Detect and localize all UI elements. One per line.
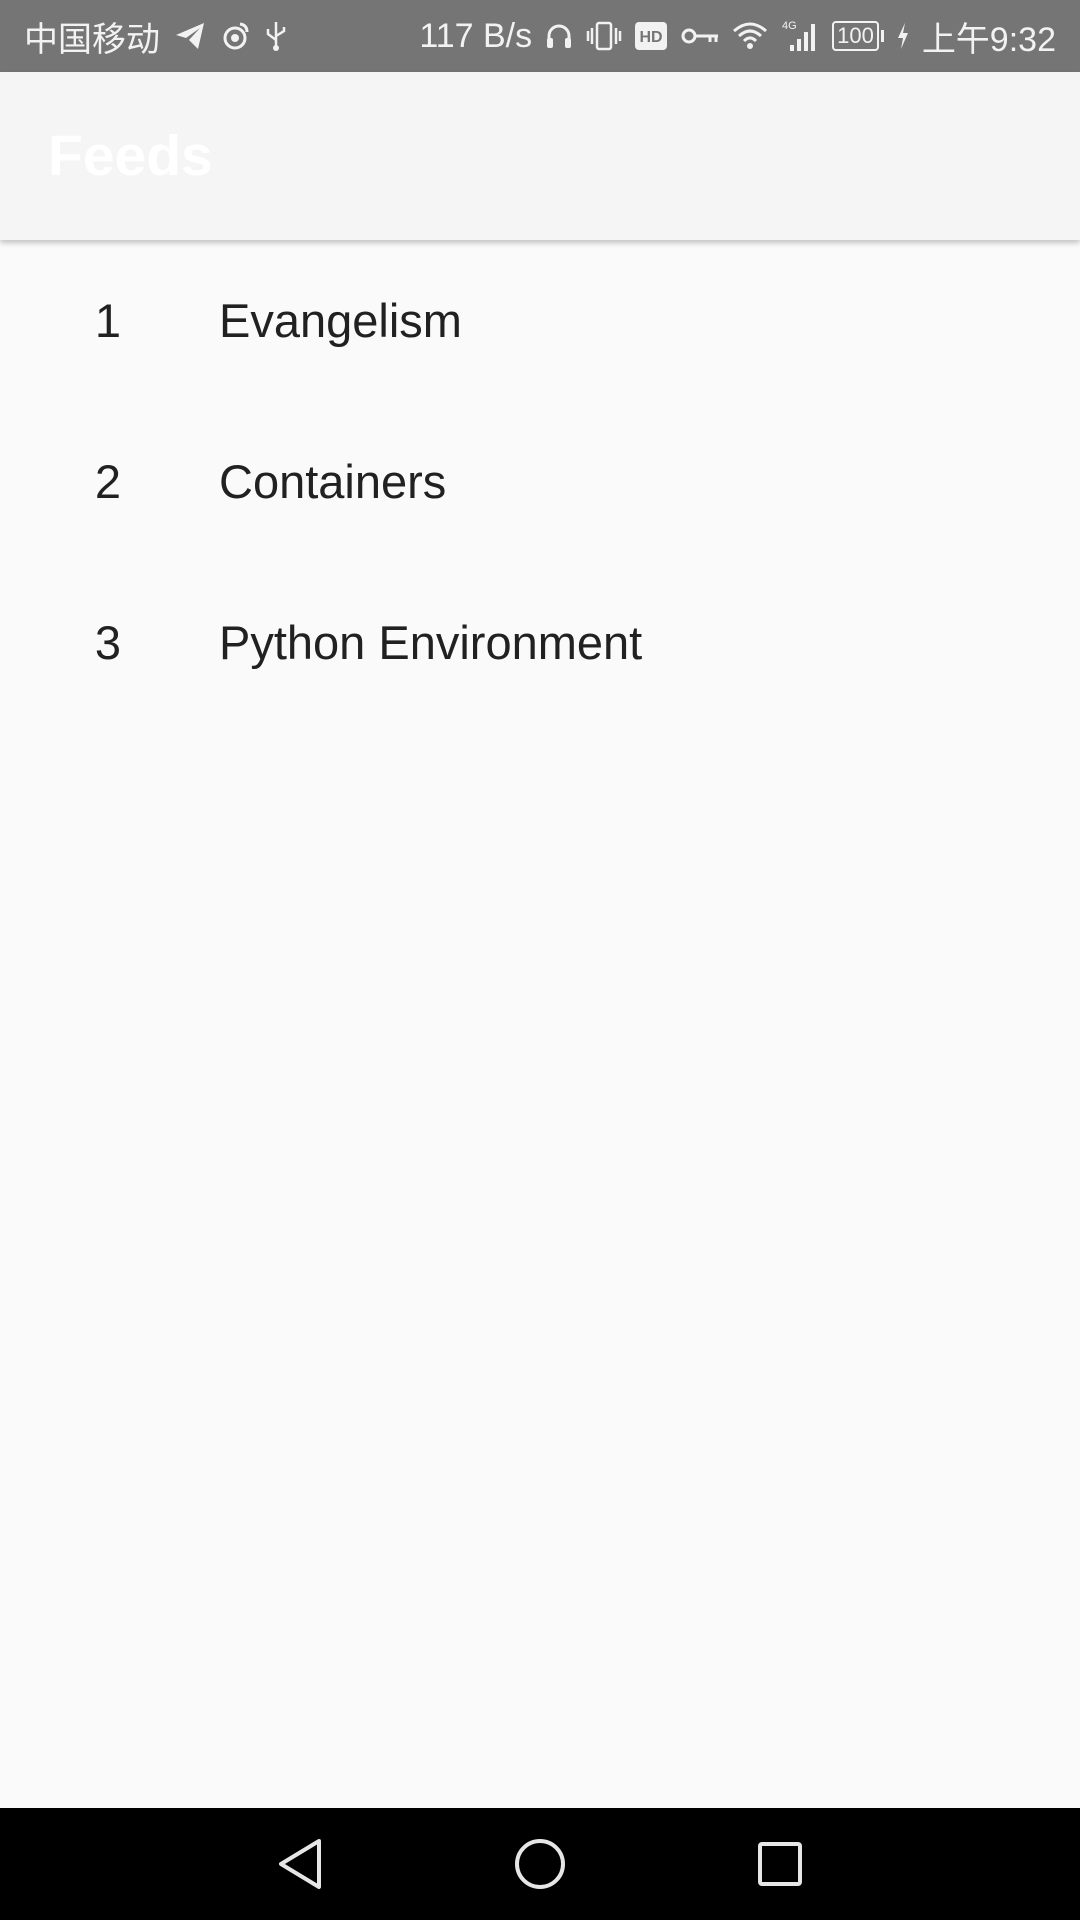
clock-label: 上午9:32 — [921, 20, 1056, 59]
charging-icon — [896, 22, 910, 50]
net-speed-label: 117 B/s — [419, 16, 533, 55]
telegram-icon — [174, 21, 206, 51]
recents-button[interactable] — [735, 1819, 825, 1909]
feed-list: 1 Evangelism 2 Containers 3 Python Envir… — [0, 240, 1080, 723]
headphones-icon — [544, 21, 574, 51]
vibrate-icon — [586, 20, 622, 52]
feed-item-index: 3 — [94, 616, 122, 669]
feed-list-item[interactable]: 1 Evangelism — [0, 240, 1080, 401]
key-icon — [680, 23, 720, 49]
wifi-icon — [732, 21, 768, 51]
carrier-label: 中国移动 — [24, 20, 160, 59]
recents-icon — [756, 1840, 804, 1888]
feed-item-title: Python Environment — [219, 616, 643, 669]
feed-item-title: Evangelism — [219, 294, 462, 347]
screen: 中国移动 117 B/s HD 4G 100 上午9:32 Feeds 1 Ev… — [0, 0, 1080, 1920]
feed-item-index: 2 — [94, 455, 122, 508]
status-right: 117 B/s HD 4G 100 上午9:32 — [419, 12, 1056, 61]
navigation-bar — [0, 1808, 1080, 1920]
svg-text:HD: HD — [640, 29, 663, 46]
status-left: 中国移动 — [24, 12, 288, 61]
home-icon — [513, 1837, 567, 1891]
home-button[interactable] — [495, 1819, 585, 1909]
battery-tip — [880, 30, 884, 42]
hd-icon: HD — [634, 21, 668, 51]
cell-signal-icon: 4G — [780, 19, 820, 53]
weibo-icon — [220, 21, 250, 51]
battery-icon: 100 — [832, 21, 884, 51]
svg-text:4G: 4G — [782, 20, 797, 32]
status-bar: 中国移动 117 B/s HD 4G 100 上午9:32 — [0, 0, 1080, 72]
page-title: Feeds — [48, 124, 213, 188]
feed-item-title: Containers — [219, 455, 447, 508]
back-button[interactable] — [255, 1819, 345, 1909]
battery-level: 100 — [832, 21, 879, 51]
usb-icon — [264, 20, 288, 52]
feed-list-item[interactable]: 3 Python Environment — [0, 562, 1080, 723]
feed-item-index: 1 — [94, 294, 122, 347]
feed-list-item[interactable]: 2 Containers — [0, 401, 1080, 562]
back-icon — [276, 1837, 324, 1891]
app-bar: Feeds — [0, 72, 1080, 240]
